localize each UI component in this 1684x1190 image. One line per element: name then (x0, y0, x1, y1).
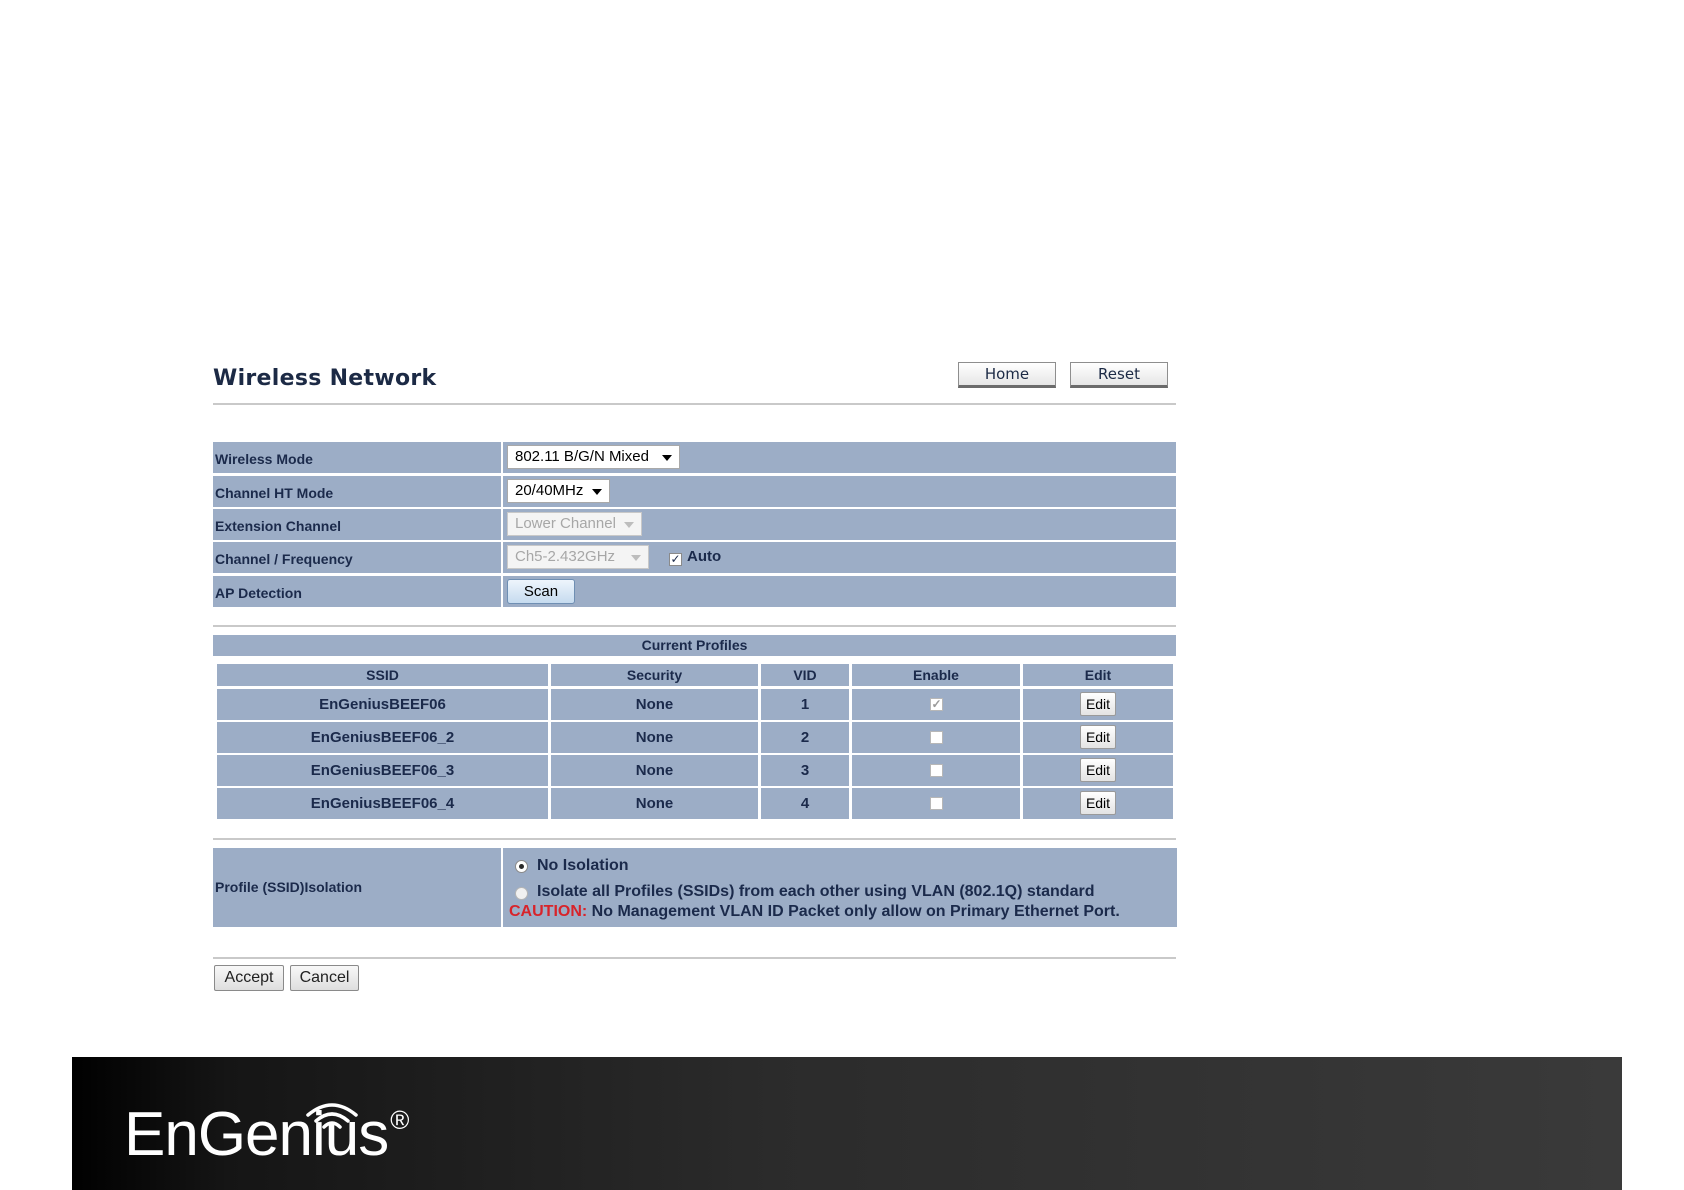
reset-button[interactable]: Reset (1070, 362, 1168, 388)
section-divider (213, 838, 1176, 840)
chevron-down-icon (592, 489, 602, 495)
table-cell-vid: 2 (761, 722, 849, 753)
wireless-mode-label: Wireless Mode (213, 442, 501, 473)
vlan-isolation-label: Isolate all Profiles (SSIDs) from each o… (537, 883, 1095, 900)
isolation-label: Profile (SSID)Isolation (213, 848, 501, 927)
footer-bar: EnGenius® (72, 1057, 1622, 1190)
table-cell-security: None (551, 755, 758, 786)
column-header-vid: VID (761, 664, 849, 686)
channel-frequency-label: Channel / Frequency (213, 542, 501, 573)
channel-frequency-select[interactable]: Ch5-2.432GHz (507, 545, 649, 569)
table-cell-ssid: EnGeniusBEEF06_2 (217, 722, 548, 753)
no-isolation-label: No Isolation (537, 857, 629, 874)
chevron-down-icon (662, 455, 672, 461)
channel-frequency-row: Channel / Frequency Ch5-2.432GHz ✓ Auto (213, 542, 1176, 573)
edit-button[interactable]: Edit (1080, 725, 1116, 749)
accept-button[interactable]: Accept (214, 965, 284, 991)
column-header-ssid: SSID (217, 664, 548, 686)
caution-label: CAUTION: (509, 903, 588, 920)
vlan-isolation-radio[interactable] (515, 887, 528, 900)
table-cell-edit: Edit (1023, 722, 1173, 753)
channel-ht-mode-value: 20/40MHz (515, 482, 584, 499)
brand-logo: EnGenius® (124, 1099, 409, 1179)
table-cell-security: None (551, 722, 758, 753)
table-cell-edit: Edit (1023, 689, 1173, 720)
edit-button[interactable]: Edit (1080, 791, 1116, 815)
chevron-down-icon (631, 555, 641, 561)
table-cell-security: None (551, 689, 758, 720)
wireless-mode-select[interactable]: 802.11 B/G/N Mixed (507, 445, 680, 469)
table-cell-enable (852, 722, 1020, 753)
page-title: Wireless Network (213, 366, 437, 391)
edit-button[interactable]: Edit (1080, 758, 1116, 782)
column-header-edit: Edit (1023, 664, 1173, 686)
caution-text: No Management VLAN ID Packet only allow … (587, 903, 1120, 920)
table-cell-enable: ✓ (852, 689, 1020, 720)
extension-channel-value: Lower Channel (515, 515, 616, 532)
home-button[interactable]: Home (958, 362, 1056, 388)
enable-checkbox[interactable] (930, 764, 943, 777)
section-divider (213, 957, 1176, 959)
wireless-mode-value: 802.11 B/G/N Mixed (515, 448, 649, 465)
table-cell-ssid: EnGeniusBEEF06_3 (217, 755, 548, 786)
edit-button[interactable]: Edit (1080, 692, 1116, 716)
table-cell-ssid: EnGeniusBEEF06 (217, 689, 548, 720)
auto-checkbox[interactable]: ✓ (669, 553, 682, 566)
profiles-title: Current Profiles (213, 635, 1176, 656)
wifi-icon (306, 1103, 358, 1129)
registered-mark: ® (390, 1105, 409, 1135)
extension-channel-label: Extension Channel (213, 509, 501, 540)
column-header-enable: Enable (852, 664, 1020, 686)
ap-detection-label: AP Detection (213, 576, 501, 607)
header-divider (213, 403, 1176, 405)
table-cell-edit: Edit (1023, 788, 1173, 819)
enable-checkbox[interactable] (930, 731, 943, 744)
chevron-down-icon (624, 522, 634, 528)
table-cell-enable (852, 788, 1020, 819)
table-cell-vid: 1 (761, 689, 849, 720)
section-divider (213, 625, 1176, 627)
wireless-mode-row: Wireless Mode 802.11 B/G/N Mixed (213, 442, 1176, 473)
table-cell-enable (852, 755, 1020, 786)
table-cell-edit: Edit (1023, 755, 1173, 786)
isolation-row: Profile (SSID)Isolation No Isolation Iso… (213, 848, 1177, 927)
extension-channel-row: Extension Channel Lower Channel (213, 509, 1176, 540)
caution-message: CAUTION: No Management VLAN ID Packet on… (509, 903, 1120, 921)
channel-ht-mode-row: Channel HT Mode 20/40MHz (213, 476, 1176, 507)
channel-ht-mode-label: Channel HT Mode (213, 476, 501, 507)
ap-detection-row: AP Detection Scan (213, 576, 1176, 607)
table-cell-ssid: EnGeniusBEEF06_4 (217, 788, 548, 819)
cancel-button[interactable]: Cancel (290, 965, 359, 991)
no-isolation-radio[interactable] (515, 860, 528, 873)
channel-ht-mode-select[interactable]: 20/40MHz (507, 479, 610, 503)
enable-checkbox[interactable]: ✓ (930, 698, 943, 711)
extension-channel-select[interactable]: Lower Channel (507, 512, 642, 536)
table-cell-security: None (551, 788, 758, 819)
scan-button[interactable]: Scan (507, 579, 575, 604)
auto-label: Auto (687, 548, 722, 565)
enable-checkbox[interactable] (930, 797, 943, 810)
table-cell-vid: 3 (761, 755, 849, 786)
column-header-security: Security (551, 664, 758, 686)
channel-frequency-value: Ch5-2.432GHz (515, 548, 616, 565)
table-cell-vid: 4 (761, 788, 849, 819)
